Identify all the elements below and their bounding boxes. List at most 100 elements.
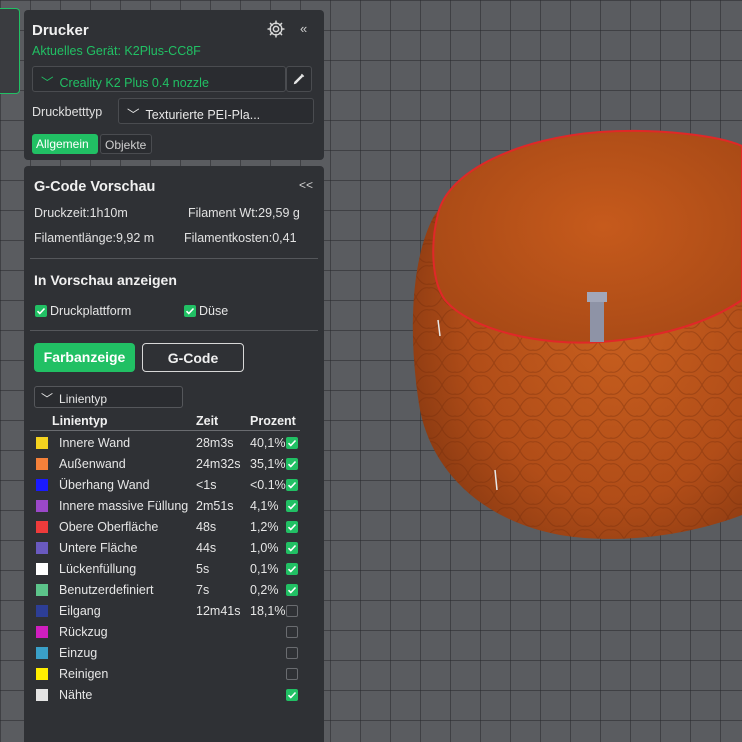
- check-icon: [287, 502, 297, 510]
- line-type-time: 7s: [196, 583, 210, 597]
- line-type-row[interactable]: Obere Oberfläche 48s 1,2%: [24, 517, 324, 538]
- left-collapsed-tab[interactable]: [0, 8, 20, 94]
- color-swatch[interactable]: [36, 563, 48, 575]
- visibility-checkbox[interactable]: [286, 500, 298, 512]
- collapse-printer-icon[interactable]: «: [300, 21, 307, 36]
- gcode-title: G-Code Vorschau: [34, 179, 156, 195]
- visibility-checkbox[interactable]: [286, 647, 298, 659]
- header-percent: Prozent: [250, 414, 296, 428]
- line-type-percent: 0,2%: [250, 583, 279, 597]
- line-type-percent: 18,1%: [250, 604, 286, 618]
- line-type-time: 44s: [196, 541, 217, 555]
- show-plate-checkbox[interactable]: [35, 305, 47, 317]
- visibility-checkbox[interactable]: [286, 584, 298, 596]
- visibility-checkbox[interactable]: [286, 689, 298, 701]
- nozzle-select[interactable]: ﹀ Creality K2 Plus 0.4 nozzle: [32, 66, 286, 92]
- line-type-time: 5s: [196, 562, 210, 576]
- line-type-row[interactable]: Innere Wand 28m3s 40,1%: [24, 433, 324, 454]
- edit-printer-button[interactable]: [286, 66, 312, 92]
- header-rule: [30, 430, 300, 431]
- line-type-row[interactable]: Lückenfüllung 5s 0,1%: [24, 559, 324, 580]
- filament-length: Filamentlänge:9,92 m: [34, 231, 155, 245]
- color-swatch[interactable]: [36, 668, 48, 680]
- visibility-checkbox[interactable]: [286, 479, 298, 491]
- line-type-row[interactable]: Innere massive Füllung 2m51s 4,1%: [24, 496, 324, 517]
- show-nozzle-checkbox[interactable]: [184, 305, 196, 317]
- line-type-time: <1s: [196, 478, 217, 492]
- tab-general[interactable]: Allgemein: [32, 134, 98, 154]
- line-type-row[interactable]: Außenwand 24m32s 35,1%: [24, 454, 324, 475]
- color-swatch[interactable]: [36, 479, 48, 491]
- check-icon: [287, 439, 297, 447]
- line-type-row[interactable]: Benutzerdefiniert 7s 0,2%: [24, 580, 324, 601]
- bed-type-value: Texturierte PEI-Pla...: [145, 108, 261, 122]
- chevron-down-icon: ﹀: [127, 108, 140, 122]
- header-time: Zeit: [196, 414, 219, 428]
- check-icon: [36, 307, 46, 315]
- nozzle-select-value: Creality K2 Plus 0.4 nozzle: [59, 76, 209, 90]
- color-swatch[interactable]: [36, 458, 48, 470]
- check-icon: [287, 523, 297, 531]
- printer-panel: Drucker « Aktuelles Gerät: K2Plus-CC8F ﹀…: [24, 10, 324, 160]
- gcode-preview-panel: G-Code Vorschau << Druckzeit:1h10m Filam…: [24, 166, 324, 742]
- color-swatch[interactable]: [36, 437, 48, 449]
- bed-type-label: Druckbetttyp: [32, 105, 103, 119]
- line-type-name: Einzug: [59, 646, 98, 660]
- line-type-row[interactable]: Überhang Wand <1s <0.1%: [24, 475, 324, 496]
- color-swatch[interactable]: [36, 500, 48, 512]
- color-swatch[interactable]: [36, 647, 48, 659]
- check-icon: [287, 691, 297, 699]
- color-swatch[interactable]: [36, 542, 48, 554]
- filament-weight: Filament Wt:29,59 g: [188, 206, 300, 220]
- show-plate-label: Druckplattform: [50, 304, 132, 318]
- line-type-row[interactable]: Reinigen: [24, 664, 324, 685]
- visibility-checkbox[interactable]: [286, 458, 298, 470]
- line-type-row[interactable]: Eilgang 12m41s 18,1%: [24, 601, 324, 622]
- check-icon: [287, 544, 297, 552]
- check-icon: [287, 586, 297, 594]
- line-type-row[interactable]: Rückzug: [24, 622, 324, 643]
- color-swatch[interactable]: [36, 626, 48, 638]
- collapse-gcode-icon[interactable]: <<: [299, 178, 313, 192]
- color-swatch[interactable]: [36, 605, 48, 617]
- line-type-percent: 1,0%: [250, 541, 279, 555]
- tab-objects[interactable]: Objekte: [100, 134, 152, 154]
- line-type-row[interactable]: Einzug: [24, 643, 324, 664]
- line-type-time: 2m51s: [196, 499, 234, 513]
- line-type-percent: 1,2%: [250, 520, 279, 534]
- check-icon: [287, 565, 297, 573]
- gcode-button[interactable]: G-Code: [142, 343, 244, 372]
- visibility-checkbox[interactable]: [286, 437, 298, 449]
- pencil-icon: [293, 73, 305, 85]
- line-type-name: Nähte: [59, 688, 93, 702]
- color-display-button[interactable]: Farbanzeige: [34, 343, 135, 372]
- line-type-name: Überhang Wand: [59, 478, 150, 492]
- visibility-checkbox[interactable]: [286, 542, 298, 554]
- line-type-row[interactable]: Untere Fläche 44s 1,0%: [24, 538, 324, 559]
- line-type-time: 28m3s: [196, 436, 234, 450]
- line-type-row[interactable]: Nähte: [24, 685, 324, 706]
- line-type-name: Rückzug: [59, 625, 108, 639]
- line-type-select[interactable]: ﹀ Linientyp: [34, 386, 183, 408]
- chevron-down-icon: ﹀: [41, 392, 54, 406]
- visibility-checkbox[interactable]: [286, 605, 298, 617]
- line-type-name: Lückenfüllung: [59, 562, 137, 576]
- header-type: Linientyp: [52, 414, 108, 428]
- visibility-checkbox[interactable]: [286, 626, 298, 638]
- line-type-name: Innere massive Füllung: [59, 499, 189, 513]
- gear-icon[interactable]: [266, 19, 286, 39]
- line-type-time: 48s: [196, 520, 217, 534]
- visibility-checkbox[interactable]: [286, 563, 298, 575]
- divider: [30, 330, 318, 331]
- line-type-percent: 4,1%: [250, 499, 279, 513]
- line-type-name: Außenwand: [59, 457, 126, 471]
- bed-type-select[interactable]: ﹀ Texturierte PEI-Pla...: [118, 98, 314, 124]
- color-swatch[interactable]: [36, 521, 48, 533]
- check-icon: [287, 460, 297, 468]
- show-nozzle-label: Düse: [199, 304, 229, 318]
- visibility-checkbox[interactable]: [286, 521, 298, 533]
- visibility-checkbox[interactable]: [286, 668, 298, 680]
- color-swatch[interactable]: [36, 689, 48, 701]
- color-swatch[interactable]: [36, 584, 48, 596]
- preview-section-title: In Vorschau anzeigen: [34, 272, 177, 288]
